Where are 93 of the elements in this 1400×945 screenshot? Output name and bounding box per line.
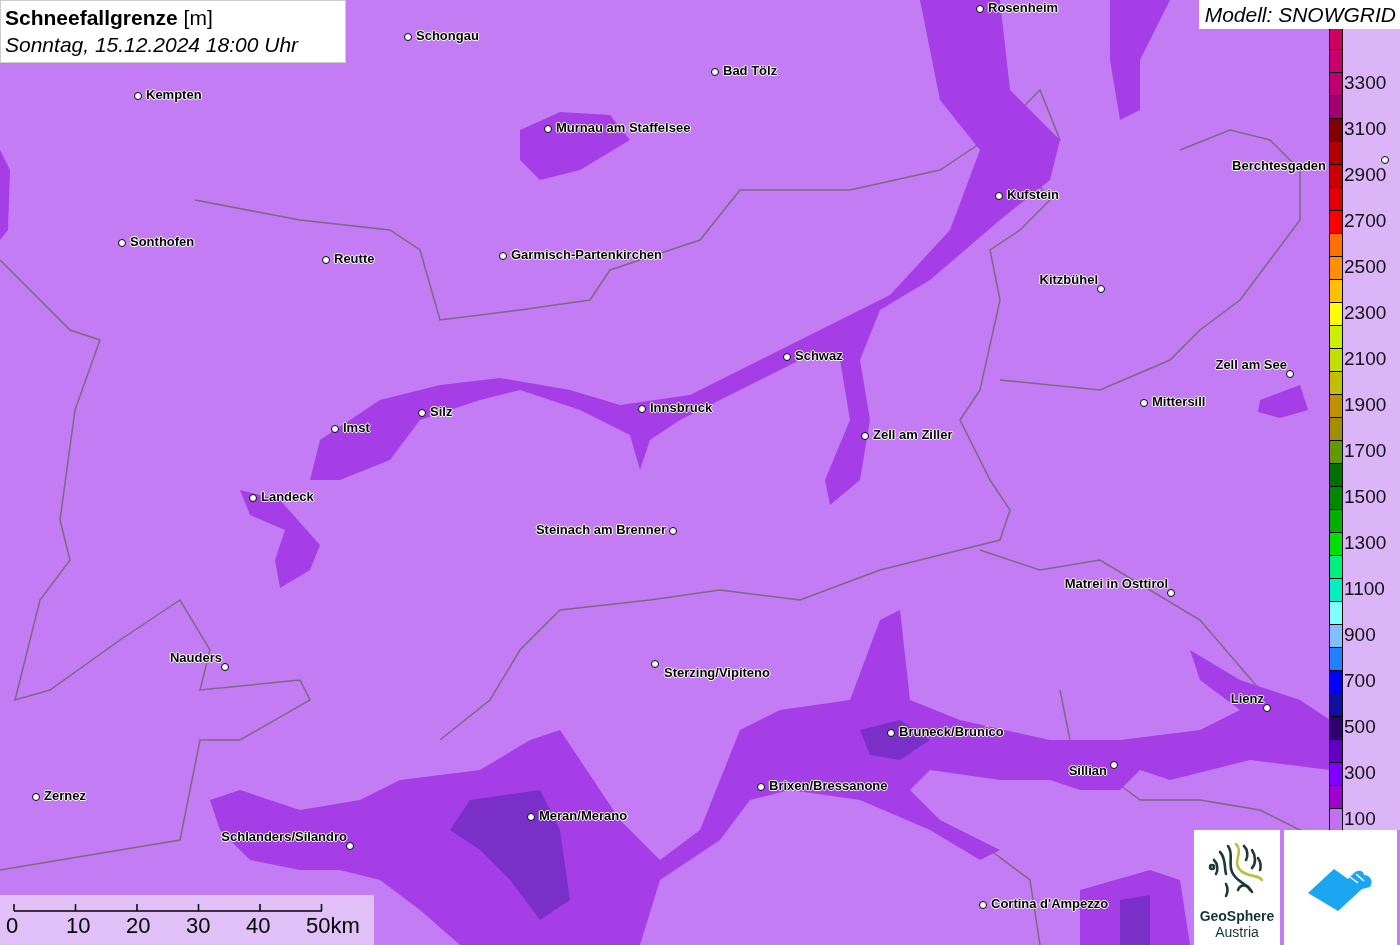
city-label: Nauders [169,650,222,666]
city-dot [861,432,869,440]
city-dot [976,5,984,13]
city-label: Bruneck/Brunico [899,724,1004,740]
legend-label: 3100 [1344,119,1387,139]
city-label: Sterzing/Vipiteno [664,665,770,681]
model-label: Modell: SNOWGRID [1198,0,1400,29]
city-dot [757,783,765,791]
city-dot [134,92,142,100]
city-label: Rosenheim [988,0,1059,16]
scale-label: 30 [186,912,212,940]
legend-label: 2100 [1344,349,1387,369]
city-dot [322,256,330,264]
city-dot [1110,761,1118,769]
city-dot [887,729,895,737]
city-dot [995,192,1003,200]
city-dot [651,660,659,668]
city-label: Cortina d'Ampezzo [991,896,1109,912]
city-dot [1381,156,1389,164]
scale-label: 10 [66,912,92,940]
city-label: Zell am See [1215,357,1287,373]
low-snowline-patch [1258,385,1308,418]
scale-label: 0 [6,912,20,940]
city-dot [331,425,339,433]
city-dot [1167,589,1175,597]
scale-label: 40 [246,912,272,940]
legend-label: 1700 [1344,441,1387,461]
city-label: Kitzbühel [1039,272,1098,288]
scale-label: 50km [306,912,361,940]
city-label: Bad Tölz [723,63,778,79]
forecast-time: Sonntag, 15.12.2024 18:00 Uhr [5,32,300,58]
very-low-snowline-patch [1120,895,1150,945]
contour-lines-icon [1208,840,1266,900]
legend-label: 1100 [1344,579,1385,599]
legend-label: 500 [1344,717,1376,737]
city-label: Reutte [334,251,375,267]
city-label: Zell am Ziller [873,427,953,443]
city-dot [1263,704,1271,712]
legend-label: 1300 [1344,533,1387,553]
city-dot [221,663,229,671]
city-label: Schwaz [795,348,843,364]
legend-label: 100 [1344,809,1376,829]
city-label: Meran/Merano [539,808,628,824]
city-dot [249,494,257,502]
city-label: Kempten [146,87,202,103]
city-label: Matrei in Osttirol [1064,576,1168,592]
city-dot [783,353,791,361]
city-dot [418,409,426,417]
city-label: Lienz [1230,691,1264,707]
city-label: Mittersill [1152,394,1206,410]
city-dot [1286,370,1294,378]
legend-label: 900 [1344,625,1376,645]
city-label: Brixen/Bressanone [769,778,888,794]
legend-label: 700 [1344,671,1376,691]
city-label: Steinach am Brenner [535,522,666,538]
legend-label: 2500 [1344,257,1387,277]
city-label: Berchtesgaden [1232,158,1326,174]
logo-subtitle: Austria [1215,924,1259,940]
legend-label: 1900 [1344,395,1387,415]
scale-label: 20 [126,912,152,940]
legend-label: 3300 [1344,73,1387,93]
city-dot [499,252,507,260]
city-dot [527,813,535,821]
city-dot [979,901,987,909]
city-label: Schlanders/Silandro [221,829,347,845]
city-dot [669,527,677,535]
map-title: Schneefallgrenze [m] [5,5,214,31]
city-dot [346,842,354,850]
city-label: Landeck [261,489,314,505]
city-dot [1140,399,1148,407]
legend-label: 2700 [1344,211,1387,231]
legend-label: 2300 [1344,303,1387,323]
city-label: Sonthofen [130,234,195,250]
city-dot [1097,285,1105,293]
city-dot [638,405,646,413]
city-label: Imst [343,420,370,436]
city-label: Kufstein [1007,187,1059,203]
city-dot [404,33,412,41]
legend-label: 300 [1344,763,1376,783]
logo-name: GeoSphere [1199,908,1275,924]
city-dot [32,793,40,801]
city-label: Schongau [416,28,479,44]
city-label: Sillian [1068,763,1107,779]
city-dot [711,68,719,76]
city-dot [118,239,126,247]
city-label: Innsbruck [650,400,713,416]
city-label: Murnau am Staffelsee [556,120,691,136]
city-dot [544,125,552,133]
legend-label: 1500 [1344,487,1387,507]
legend-label: 2900 [1344,165,1387,185]
city-label: Silz [430,404,453,420]
city-label: Zernez [44,788,86,804]
city-label: Garmisch-Partenkirchen [511,247,662,263]
